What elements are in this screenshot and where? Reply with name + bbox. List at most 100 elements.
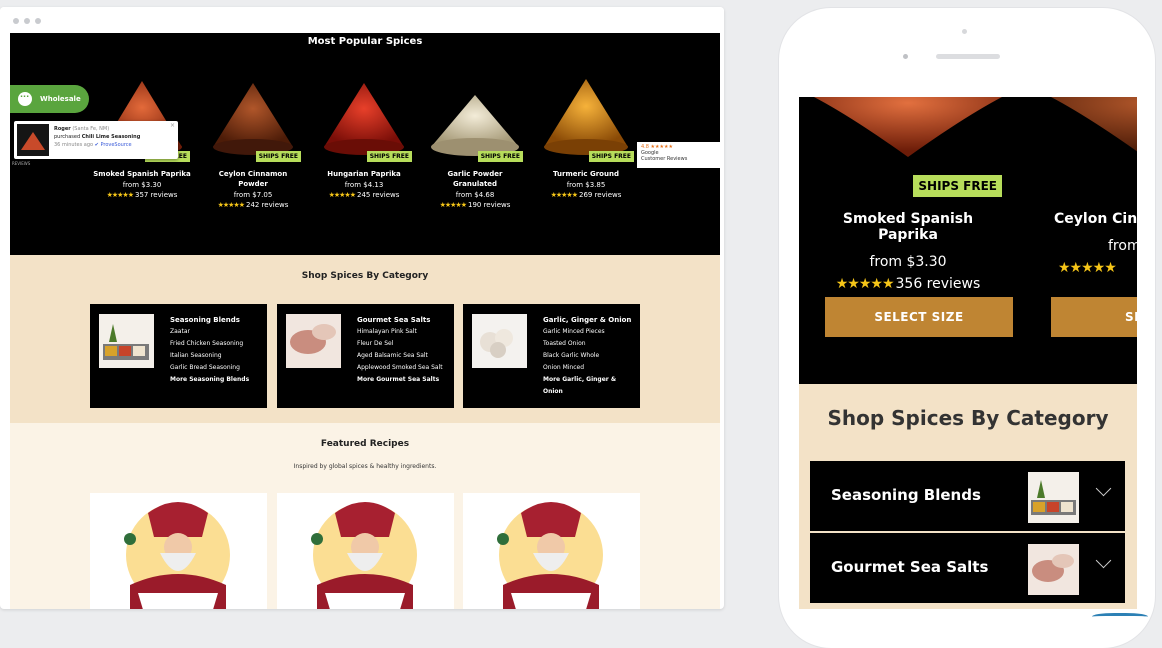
star-rating-icon: ★★★★★ — [835, 276, 895, 292]
category-links: Gourmet Sea Salts Himalayan Pink Salt Fl… — [357, 314, 451, 386]
product-image[interactable]: SHIPS FREE — [536, 73, 636, 163]
more-category-link[interactable]: More Seasoning Blends — [170, 374, 264, 386]
mobile-product-image[interactable] — [1051, 97, 1137, 197]
category-image[interactable] — [472, 314, 527, 368]
recipe-placeholder-illustration[interactable] — [463, 493, 640, 609]
window-dot-icon[interactable] — [35, 18, 41, 24]
category-link[interactable]: Fleur De Sel — [357, 338, 451, 350]
mobile-products-carousel: SHIPS FREE Smoked Spanish Paprika from $… — [799, 97, 1137, 384]
desktop-browser-mock: Most Popular Spices SHIPS FREE Smoked Sp… — [0, 7, 724, 609]
window-controls — [13, 18, 41, 24]
featured-recipes-section: Featured Recipes Inspired by global spic… — [10, 423, 720, 609]
product-reviews[interactable]: ★★★★★ 242 reviews — [203, 201, 303, 209]
category-link[interactable]: Italian Seasoning — [170, 350, 264, 362]
purchase-notification-popup[interactable]: Roger (Santa Fe, NM) purchased Chili Lim… — [14, 121, 178, 159]
mobile-category-title: Shop Spices By Category — [827, 406, 1109, 430]
recipe-card[interactable] — [90, 493, 267, 609]
category-accordion-item[interactable]: Gourmet Sea Salts — [810, 533, 1125, 603]
category-link[interactable]: Applewood Smoked Sea Salt — [357, 362, 451, 374]
shop-by-category-section: Shop Spices By Category Seasoning Blends… — [10, 255, 720, 423]
product-price: from $3.30 — [869, 254, 947, 270]
category-link[interactable]: Garlic Minced Pieces — [543, 326, 637, 338]
mobile-viewport: SHIPS FREE Smoked Spanish Paprika from $… — [799, 97, 1137, 609]
category-image[interactable] — [286, 314, 341, 368]
recipe-card[interactable] — [277, 493, 454, 609]
product-name[interactable]: Hungarian Paprika — [314, 169, 414, 179]
product-reviews[interactable]: ★★★★★ 356 reviews — [814, 276, 1002, 292]
category-link[interactable]: Aged Balsamic Sea Salt — [357, 350, 451, 362]
product-name[interactable]: Garlic Powder Granulated — [425, 169, 525, 189]
product-card[interactable]: SHIPS FREE Garlic Powder Granulated from… — [425, 73, 525, 209]
mobile-product-card[interactable]: SHIPS FREE Smoked Spanish Paprika from $… — [814, 97, 1002, 292]
recipes-subtitle: Inspired by global spices & healthy ingr… — [293, 463, 437, 470]
category-card[interactable]: Gourmet Sea Salts Himalayan Pink Salt Fl… — [277, 304, 454, 408]
category-link[interactable]: Toasted Onion — [543, 338, 637, 350]
notification-product-image — [17, 124, 49, 156]
accordion-label[interactable]: Seasoning Blends — [831, 486, 981, 504]
notification-text: Roger (Santa Fe, NM) purchased Chili Lim… — [54, 125, 174, 149]
product-name[interactable]: Smoked Spanish Paprika — [92, 169, 192, 179]
product-reviews[interactable]: ★★★★★ 190 reviews — [425, 201, 525, 209]
product-image[interactable]: SHIPS FREE — [203, 73, 303, 163]
category-link[interactable]: Garlic Bread Seasoning — [170, 362, 264, 374]
accordion-label[interactable]: Gourmet Sea Salts — [831, 558, 988, 576]
product-image[interactable]: SHIPS FREE — [425, 73, 525, 163]
star-rating-icon: ★★★★★ — [439, 201, 467, 209]
category-card[interactable]: Garlic, Ginger & Onion Garlic Minced Pie… — [463, 304, 640, 408]
close-icon[interactable]: × — [170, 122, 175, 130]
chevron-down-icon[interactable] — [1095, 480, 1112, 497]
category-heading[interactable]: Seasoning Blends — [170, 314, 264, 326]
recipe-card[interactable] — [463, 493, 640, 609]
wholesale-chat-button[interactable]: Wholesale — [10, 85, 89, 113]
product-image[interactable]: SHIPS FREE — [314, 73, 414, 163]
category-image[interactable] — [99, 314, 154, 368]
product-card[interactable]: SHIPS FREE Turmeric Ground from $3.85 ★★… — [536, 73, 636, 199]
star-rating-icon: ★★★★★ — [106, 191, 134, 199]
product-reviews[interactable]: ★★★★★ — [1051, 260, 1137, 276]
ships-free-badge: SHIPS FREE — [255, 151, 301, 162]
window-dot-icon[interactable] — [24, 18, 30, 24]
product-reviews[interactable]: ★★★★★ 357 reviews — [92, 191, 192, 199]
product-card[interactable]: SHIPS FREE Ceylon Cinnamon Powder from $… — [203, 73, 303, 209]
sensor-icon — [903, 54, 908, 59]
product-name[interactable]: Smoked Spanish Paprika — [814, 211, 1002, 243]
category-link[interactable]: Himalayan Pink Salt — [357, 326, 451, 338]
category-section-title: Shop Spices By Category — [301, 271, 429, 281]
product-price: from $3.30 — [122, 181, 162, 189]
category-accordion-item[interactable]: Seasoning Blends — [810, 461, 1125, 531]
window-dot-icon[interactable] — [13, 18, 19, 24]
category-card[interactable]: Seasoning Blends Zaatar Fried Chicken Se… — [90, 304, 267, 408]
reviews-side-tab[interactable]: REVIEWS — [12, 161, 30, 166]
select-size-button[interactable]: SELECT SIZE — [825, 297, 1013, 337]
desktop-viewport: Most Popular Spices SHIPS FREE Smoked Sp… — [10, 33, 720, 609]
product-name[interactable]: Ceylon Cinnamon Powder — [203, 169, 303, 189]
category-link[interactable]: Fried Chicken Seasoning — [170, 338, 264, 350]
category-link[interactable]: Zaatar — [170, 326, 264, 338]
google-reviews-badge[interactable]: 4.8 ★★★★★ Google Customer Reviews — [637, 142, 720, 168]
star-rating-icon: ★★★★★ — [1058, 260, 1117, 276]
recipe-placeholder-illustration[interactable] — [90, 493, 267, 609]
ships-free-badge: SHIPS FREE — [477, 151, 523, 162]
notification-action: purchased — [54, 134, 81, 140]
select-size-button[interactable]: SELE — [1051, 297, 1137, 337]
product-reviews[interactable]: ★★★★★ 245 reviews — [314, 191, 414, 199]
star-rating-icon: ★★★★★ — [550, 191, 578, 199]
more-category-link[interactable]: More Gourmet Sea Salts — [357, 374, 451, 386]
chevron-down-icon[interactable] — [1095, 552, 1112, 569]
product-card[interactable]: SHIPS FREE Hungarian Paprika from $4.13 … — [314, 73, 414, 199]
recipe-placeholder-illustration[interactable] — [277, 493, 454, 609]
category-heading[interactable]: Gourmet Sea Salts — [357, 314, 451, 326]
category-heading[interactable]: Garlic, Ginger & Onion — [543, 314, 637, 326]
product-name[interactable]: Turmeric Ground — [536, 169, 636, 179]
category-link[interactable]: Black Garlic Whole — [543, 350, 637, 362]
more-category-link[interactable]: More Garlic, Ginger & Onion — [543, 374, 637, 398]
category-link[interactable]: Onion Minced — [543, 362, 637, 374]
review-count: 190 reviews — [468, 201, 511, 209]
mobile-product-card[interactable]: Ceylon Cinn from ★★★★★ — [1051, 97, 1137, 276]
product-name[interactable]: Ceylon Cinn — [1051, 211, 1137, 227]
chat-bubble-icon — [18, 92, 32, 106]
mobile-product-image[interactable]: SHIPS FREE — [814, 97, 1002, 197]
product-reviews[interactable]: ★★★★★ 269 reviews — [536, 191, 636, 199]
notification-product: Chili Lime Seasoning — [81, 134, 141, 140]
category-image — [1028, 472, 1079, 523]
